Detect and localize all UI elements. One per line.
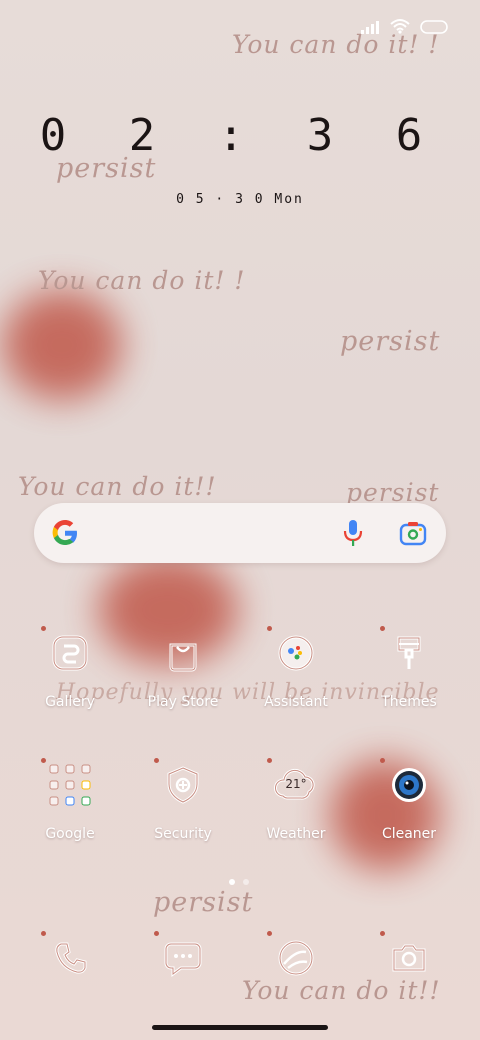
app-weather[interactable]: 21° Weather: [246, 758, 346, 842]
lens-icon[interactable]: [399, 520, 427, 550]
assistant-icon: [267, 626, 319, 676]
app-label: Play Store: [147, 694, 219, 710]
play-store-icon: [160, 630, 206, 676]
app-themes[interactable]: Themes: [359, 626, 459, 710]
app-play-store[interactable]: Play Store: [133, 630, 233, 710]
app-label: Gallery: [45, 694, 95, 710]
wallpaper-text: persist: [153, 887, 254, 918]
app-label: Weather: [266, 826, 326, 842]
app-google-folder[interactable]: Google: [20, 758, 120, 842]
app-cleaner[interactable]: Cleaner: [359, 758, 459, 842]
wallpaper-text: You can do it! !: [38, 266, 246, 295]
phone-icon: [41, 931, 93, 981]
page-dot-active: [229, 879, 235, 885]
app-assistant[interactable]: Assistant: [246, 626, 346, 710]
clock-date[interactable]: 0 5 · 3 0 Mon: [0, 192, 480, 207]
app-label: Themes: [381, 694, 437, 710]
wifi-icon: [390, 18, 410, 38]
dock-browser[interactable]: [246, 931, 346, 981]
page-indicator[interactable]: [229, 879, 249, 885]
app-gallery[interactable]: Gallery: [20, 626, 120, 710]
dock-messages[interactable]: [133, 931, 233, 981]
browser-icon: [267, 931, 319, 981]
app-label: Google: [45, 826, 95, 842]
gesture-home-bar[interactable]: [152, 1025, 328, 1030]
google-search-bar[interactable]: [34, 503, 446, 563]
battery-icon: [420, 19, 450, 38]
app-label: Security: [154, 826, 212, 842]
wallpaper-text: persist: [340, 326, 441, 357]
cleaner-icon: [380, 758, 432, 808]
page-dot: [243, 879, 249, 885]
wallpaper-text: You can do it!!: [18, 472, 217, 501]
app-label: Assistant: [264, 694, 328, 710]
camera-icon: [380, 931, 432, 981]
messages-icon: [154, 931, 206, 981]
dock-phone[interactable]: [20, 931, 120, 981]
app-security[interactable]: Security: [133, 758, 233, 842]
security-icon: [154, 758, 206, 808]
google-folder-icon: [41, 758, 93, 808]
clock-time[interactable]: 0 2 : 3 6: [0, 110, 480, 161]
weather-temp: 21°: [285, 777, 307, 791]
app-label: Cleaner: [381, 826, 437, 842]
signal-icon: [360, 19, 380, 38]
themes-icon: [380, 626, 432, 676]
mic-icon[interactable]: [342, 519, 364, 551]
dock-camera[interactable]: [359, 931, 459, 981]
status-bar: [360, 18, 450, 38]
google-g-icon: [50, 518, 80, 552]
gallery-icon: [41, 626, 93, 676]
weather-icon: 21°: [267, 758, 319, 808]
heart-blob: [2, 290, 122, 400]
